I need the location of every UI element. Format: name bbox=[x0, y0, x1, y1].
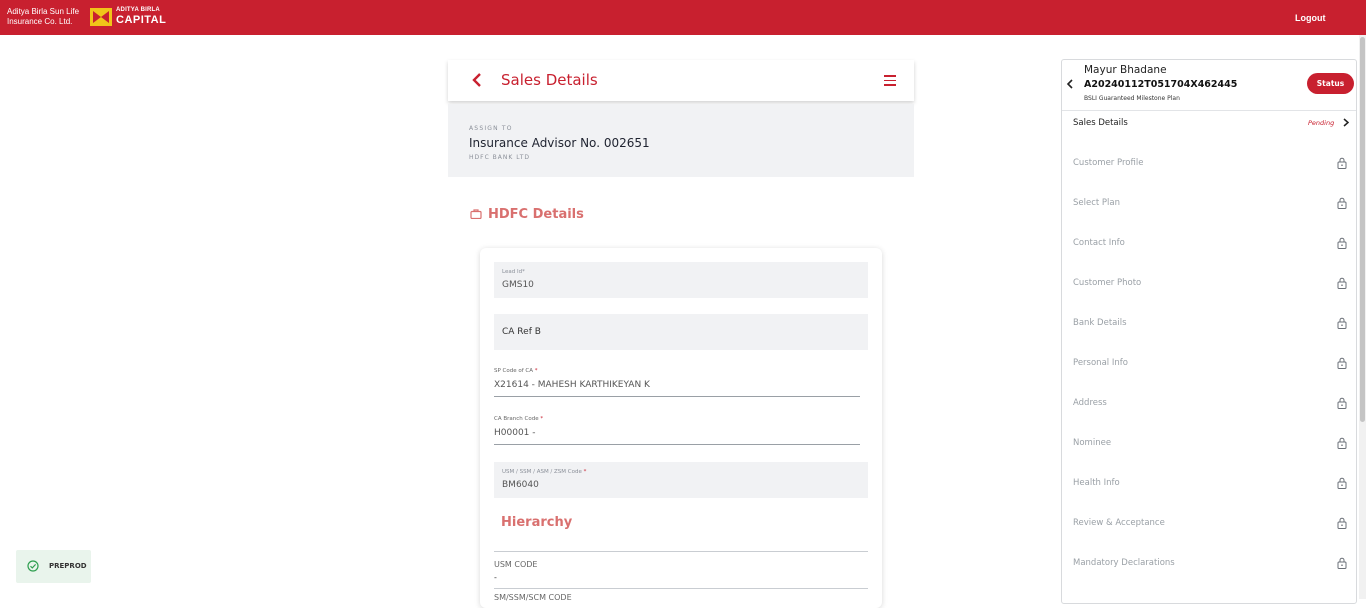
lock-icon bbox=[1337, 277, 1347, 289]
sidebar-item-customer-profile[interactable]: Customer Profile bbox=[1062, 157, 1356, 198]
lead-id-label: Lead Id* bbox=[502, 269, 525, 275]
lock-icon bbox=[1337, 157, 1347, 169]
logo-big-text: CAPITAL bbox=[116, 14, 167, 26]
divider bbox=[1062, 110, 1356, 111]
section-title-text: HDFC Details bbox=[488, 207, 584, 222]
brand-name: Aditya Birla Sun Life Insurance Co. Ltd. bbox=[7, 7, 79, 27]
assign-to-block: ASSIGN TO Insurance Advisor No. 002651 H… bbox=[448, 104, 914, 177]
status-button[interactable]: Status bbox=[1307, 73, 1354, 94]
sidebar-item-label: Customer Profile bbox=[1073, 158, 1144, 168]
check-circle-icon bbox=[27, 560, 39, 572]
sidebar-item-health-info[interactable]: Health Info bbox=[1062, 477, 1356, 518]
divider bbox=[494, 588, 868, 589]
briefcase-icon bbox=[470, 209, 482, 219]
branch-code-field[interactable]: CA Branch Code * H00001 - bbox=[494, 416, 860, 445]
lock-icon bbox=[1337, 317, 1347, 329]
lead-id-value: GMS10 bbox=[502, 280, 534, 290]
scrollbar-thumb[interactable] bbox=[1360, 37, 1365, 422]
sidebar-item-label: Contact Info bbox=[1073, 238, 1125, 248]
sidebar-item-address[interactable]: Address bbox=[1062, 397, 1356, 438]
assign-to-value: Insurance Advisor No. 002651 bbox=[469, 136, 650, 150]
lock-icon bbox=[1337, 437, 1347, 449]
environment-badge: PREPROD bbox=[16, 550, 91, 583]
branch-code-label: CA Branch Code * bbox=[494, 416, 544, 422]
hamburger-menu-icon[interactable] bbox=[884, 75, 896, 86]
section-title: HDFC Details bbox=[470, 207, 584, 222]
usm-ssm-code-field[interactable]: USM / SSM / ASM / ZSM Code * BM6040 bbox=[494, 462, 868, 498]
divider bbox=[494, 551, 868, 552]
sidebar-item-label: Sales Details bbox=[1073, 118, 1128, 128]
sidebar-item-label: Bank Details bbox=[1073, 318, 1127, 328]
lock-icon bbox=[1337, 397, 1347, 409]
lead-id-field[interactable]: Lead Id* GMS10 bbox=[494, 262, 868, 298]
lock-icon bbox=[1337, 477, 1347, 489]
sidebar-item-label: Personal Info bbox=[1073, 358, 1128, 368]
sp-code-value: X21614 - MAHESH KARTHIKEYAN K bbox=[494, 380, 650, 390]
lock-icon bbox=[1337, 557, 1347, 569]
sidebar-item-label: Select Plan bbox=[1073, 198, 1121, 208]
lock-icon bbox=[1337, 517, 1347, 529]
sidebar-item-review-acceptance[interactable]: Review & Acceptance bbox=[1062, 517, 1356, 558]
application-sidebar: Mayur Bhadane A20240112T051704X462445 BS… bbox=[1061, 59, 1357, 604]
environment-label: PREPROD bbox=[49, 562, 87, 570]
usm-code-value: - bbox=[494, 573, 497, 582]
usm-code-label: USM CODE bbox=[494, 560, 538, 569]
sp-code-field[interactable]: SP Code of CA * X21614 - MAHESH KARTHIKE… bbox=[494, 368, 860, 397]
branch-code-value: H00001 - bbox=[494, 428, 536, 438]
sidebar-item-sales-details[interactable]: Sales Details Pending bbox=[1062, 118, 1356, 158]
sidebar-item-label: Customer Photo bbox=[1073, 278, 1142, 288]
sidebar-item-contact-info[interactable]: Contact Info bbox=[1062, 237, 1356, 278]
hierarchy-title: Hierarchy bbox=[501, 515, 573, 530]
page-scrollbar[interactable] bbox=[1359, 35, 1366, 599]
sidebar-item-nominee[interactable]: Nominee bbox=[1062, 437, 1356, 478]
chevron-right-icon bbox=[1343, 118, 1349, 127]
brand-line-1: Aditya Birla Sun Life bbox=[7, 7, 80, 16]
sidebar-item-label: Health Info bbox=[1073, 478, 1120, 488]
page-title: Sales Details bbox=[501, 71, 598, 89]
usm-ssm-code-value: BM6040 bbox=[502, 480, 539, 490]
chevron-left-icon[interactable] bbox=[469, 71, 485, 89]
sidebar-item-label: Mandatory Declarations bbox=[1073, 558, 1175, 568]
sidebar-item-bank-details[interactable]: Bank Details bbox=[1062, 317, 1356, 358]
sidebar-item-personal-info[interactable]: Personal Info bbox=[1062, 357, 1356, 398]
sidebar-item-label: Nominee bbox=[1073, 438, 1112, 448]
lock-icon bbox=[1337, 237, 1347, 249]
top-bar: Aditya Birla Sun Life Insurance Co. Ltd.… bbox=[0, 0, 1366, 35]
hdfc-details-form: Lead Id* GMS10 CA Ref B SP Code of CA * … bbox=[480, 248, 882, 608]
sidebar-item-mandatory-declarations[interactable]: Mandatory Declarations bbox=[1062, 557, 1356, 598]
brand-line-2: Insurance Co. Ltd. bbox=[7, 17, 73, 26]
ca-ref-field[interactable]: CA Ref B bbox=[494, 314, 868, 350]
sp-code-label: SP Code of CA * bbox=[494, 368, 538, 374]
brand-logo-text: ADITYA BIRLA CAPITAL bbox=[116, 7, 166, 26]
customer-name: Mayur Bhadane bbox=[1084, 64, 1167, 76]
plan-name: BSLI Guaranteed Milestone Plan bbox=[1084, 95, 1180, 102]
lock-icon bbox=[1337, 357, 1347, 369]
application-id: A20240112T051704X462445 bbox=[1084, 79, 1238, 90]
ca-ref-label: CA Ref B bbox=[502, 327, 541, 337]
aditya-birla-logo-icon bbox=[90, 8, 112, 26]
sidebar-item-label: Address bbox=[1073, 398, 1107, 408]
sm-code-label: SM/SSM/SCM CODE bbox=[494, 593, 572, 602]
logo-small-text: ADITYA BIRLA bbox=[116, 7, 160, 13]
sidebar-item-customer-photo[interactable]: Customer Photo bbox=[1062, 277, 1356, 318]
assign-to-bank: HDFC BANK LTD bbox=[469, 154, 531, 161]
status-badge: Pending bbox=[1308, 119, 1335, 127]
logout-button[interactable]: Logout bbox=[1295, 13, 1326, 23]
usm-ssm-code-label: USM / SSM / ASM / ZSM Code * bbox=[502, 469, 587, 475]
sidebar-item-label: Review & Acceptance bbox=[1073, 518, 1165, 528]
assign-to-label: ASSIGN TO bbox=[469, 125, 513, 132]
chevron-left-icon[interactable] bbox=[1066, 79, 1074, 89]
sidebar-item-select-plan[interactable]: Select Plan bbox=[1062, 197, 1356, 238]
page-header: Sales Details bbox=[448, 60, 914, 101]
lock-icon bbox=[1337, 197, 1347, 209]
